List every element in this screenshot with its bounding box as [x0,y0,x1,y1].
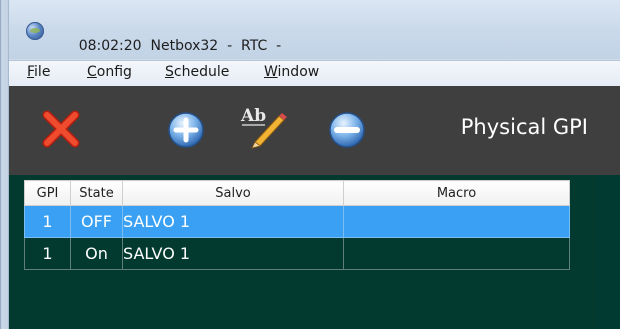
cell-macro[interactable] [343,205,570,238]
cell-gpi[interactable]: 1 [24,205,71,238]
app-globe-icon[interactable] [26,22,44,40]
cell-gpi[interactable]: 1 [24,237,71,270]
window-frame [0,0,9,329]
header-state[interactable]: State [70,180,123,206]
clock-time: 08:02:20 [78,38,142,54]
cell-macro[interactable] [343,237,570,270]
app-window: 08:02:20 Netbox32 - RTC - File Config Sc… [0,0,620,329]
menu-file[interactable]: File [27,64,50,80]
table-row[interactable]: 1 OFF SALVO 1 [24,205,570,238]
title-bar: 08:02:20 Netbox32 - RTC - [9,0,620,59]
add-plus-icon[interactable] [166,110,206,150]
cell-state[interactable]: OFF [70,205,123,238]
cell-salvo[interactable]: SALVO 1 [122,205,344,238]
title-label: Netbox32 - RTC - [150,38,282,54]
menu-window[interactable]: Window [264,64,319,80]
cell-salvo[interactable]: SALVO 1 [122,237,344,270]
panel-title: Physical GPI [460,115,588,139]
svg-text:Ab: Ab [240,106,266,126]
cell-state[interactable]: On [70,237,123,270]
panel-edge [596,175,620,329]
menu-schedule[interactable]: Schedule [165,64,229,80]
header-macro[interactable]: Macro [343,180,570,206]
menu-config[interactable]: Config [87,64,132,80]
header-gpi[interactable]: GPI [24,180,71,206]
rename-ab-pencil-icon[interactable]: Ab [239,104,289,149]
menu-bar: File Config Schedule Window [9,60,620,87]
gpi-table: GPI State Salvo Macro 1 OFF SALVO 1 1 On… [24,180,570,270]
close-x-icon[interactable] [41,109,81,149]
toolbar: Ab Physical GPI [9,86,620,175]
gpi-panel: GPI State Salvo Macro 1 OFF SALVO 1 1 On… [9,175,620,329]
table-row[interactable]: 1 On SALVO 1 [24,237,570,270]
remove-minus-icon[interactable] [327,110,367,150]
header-salvo[interactable]: Salvo [122,180,344,206]
